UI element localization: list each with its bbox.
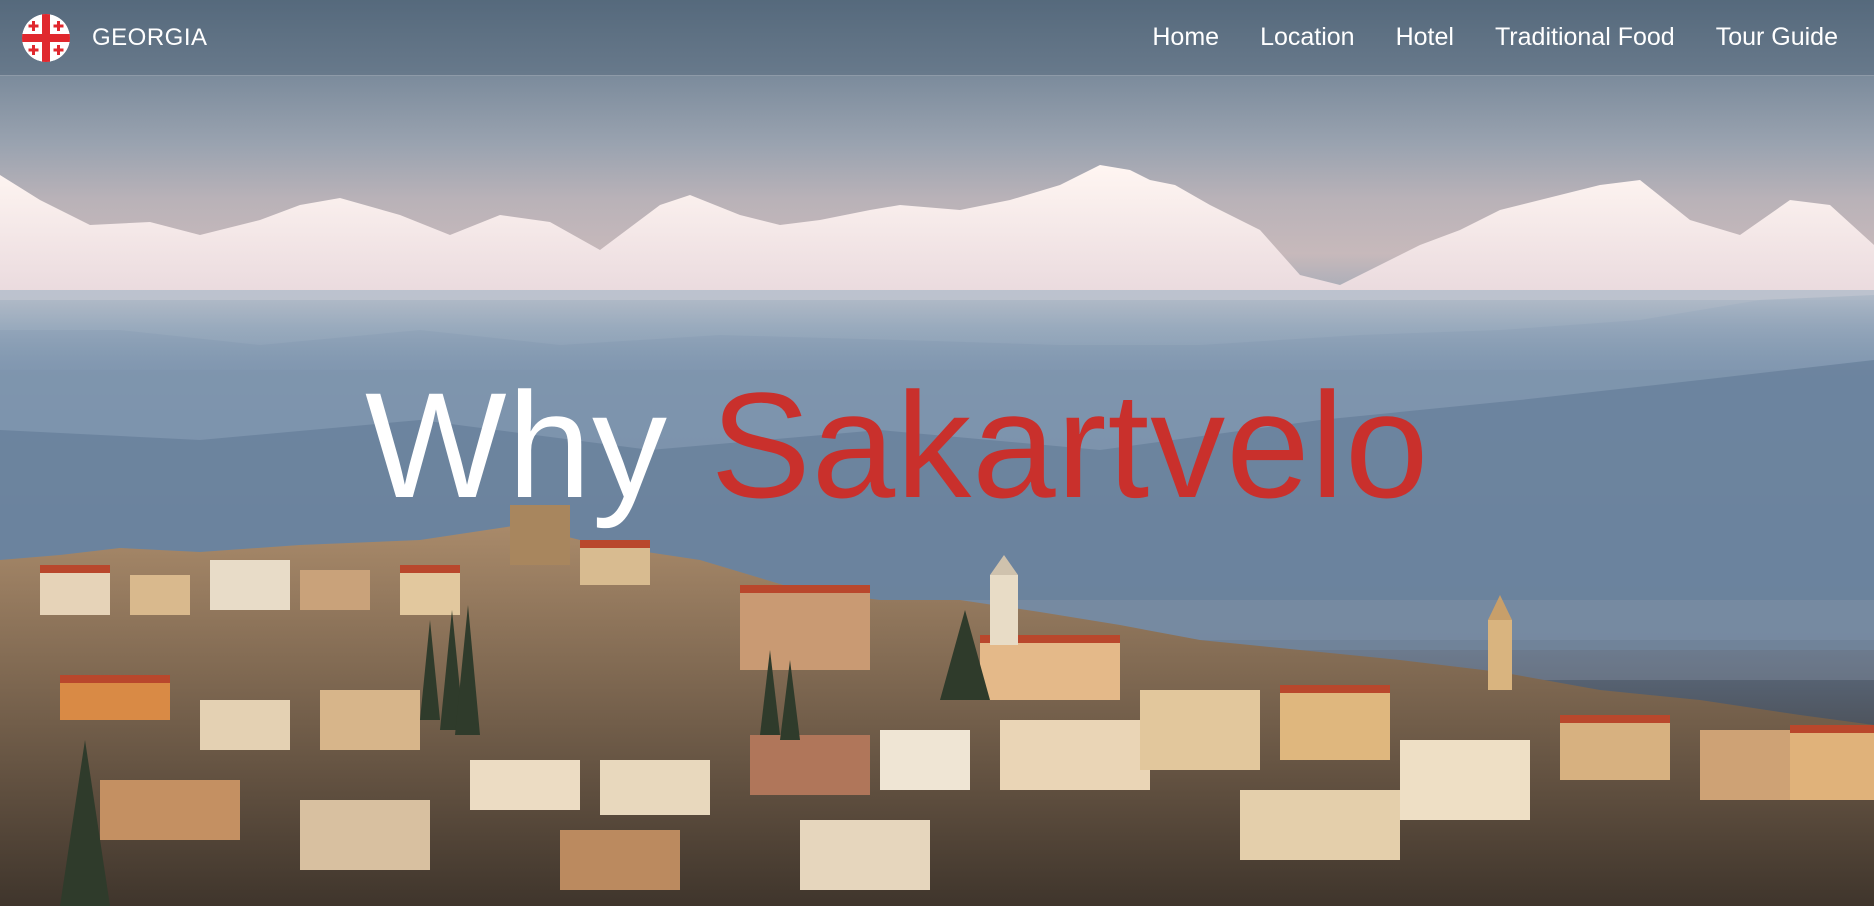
nav-tour-guide-link[interactable]: Tour Guide — [1716, 23, 1838, 52]
nav-home-link[interactable]: Home — [1152, 23, 1219, 52]
nav-hotel-link[interactable]: Hotel — [1396, 23, 1454, 52]
nav-menu: Home Location Hotel Traditional Food Tou… — [1152, 23, 1838, 52]
headline-sakartvelo: Sakartvelo — [710, 361, 1430, 529]
brand[interactable]: GEORGIA — [22, 13, 208, 62]
georgian-flag-icon — [22, 13, 70, 62]
snowy-mountain-range — [0, 165, 1874, 300]
headline-why: Why — [365, 361, 668, 529]
top-navbar: GEORGIA Home Location Hotel Traditional … — [0, 0, 1874, 76]
hero-section: GEORGIA Home Location Hotel Traditional … — [0, 0, 1874, 906]
nav-traditional-food-link[interactable]: Traditional Food — [1495, 23, 1675, 52]
hero-headline: Why Sakartvelo — [365, 370, 1429, 520]
brand-name: GEORGIA — [92, 23, 208, 51]
nav-location-link[interactable]: Location — [1260, 23, 1355, 52]
